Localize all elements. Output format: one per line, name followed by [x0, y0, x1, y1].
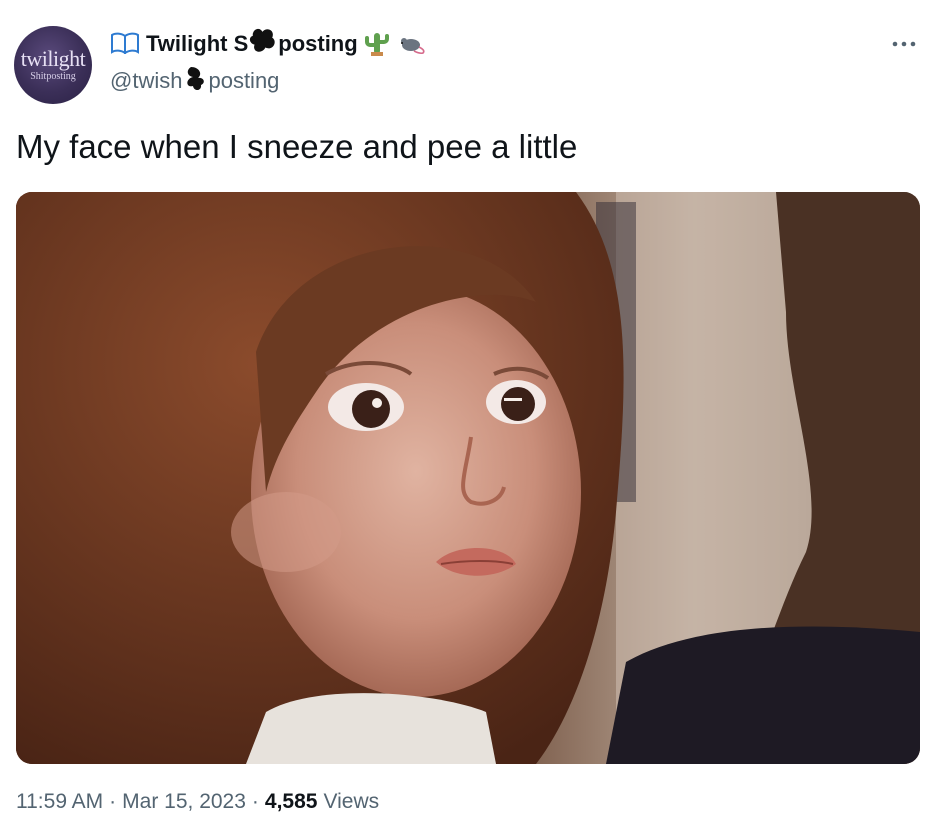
views-count[interactable]: 4,585 [265, 790, 318, 814]
tweet-text: My face when I sneeze and pee a little [16, 128, 578, 165]
scribble-redaction-icon [248, 27, 278, 63]
handle-part-a: @twish [110, 67, 183, 93]
more-options-icon[interactable] [888, 32, 920, 56]
rat-emoji-icon [396, 31, 426, 60]
handle-part-b: posting [208, 67, 280, 93]
avatar-logo-subtext: Shitposting [30, 71, 76, 82]
cactus-emoji-icon [364, 30, 390, 61]
display-name-part-a: Twilight S [146, 30, 249, 56]
book-emoji-icon [110, 32, 140, 59]
tweet-time[interactable]: 11:59 AM [16, 790, 103, 814]
views-label: Views [323, 790, 380, 813]
display-name-part-b: posting [278, 30, 358, 56]
tweet-date[interactable]: Mar 15, 2023 [122, 790, 246, 814]
tweet-meta: 11:59 AM · Mar 15, 2023 · 4,585 Views [16, 790, 379, 814]
author-handle[interactable]: @twish posting [110, 64, 279, 100]
display-name[interactable]: Twilight S posting [146, 27, 358, 63]
avatar-logo-text: twilight [20, 46, 86, 71]
author-name-row[interactable]: Twilight S posting [110, 27, 426, 63]
author-avatar[interactable]: twilight Shitposting [14, 26, 92, 104]
meta-separator: · [109, 790, 117, 813]
tweet-card: twilight Shitposting Twilight S posting [0, 0, 938, 836]
tweet-photo[interactable] [16, 192, 920, 764]
meta-separator: · [251, 790, 259, 813]
scribble-redaction-icon [182, 64, 208, 100]
photo-illustration [16, 192, 920, 764]
